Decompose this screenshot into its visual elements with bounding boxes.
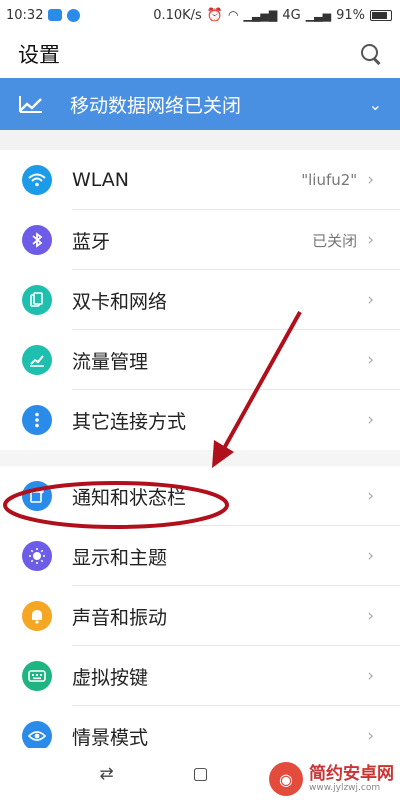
- settings-item-wlan[interactable]: WLAN "liufu2" ›: [0, 150, 400, 210]
- settings-item-data-usage[interactable]: 流量管理 ›: [0, 330, 400, 390]
- settings-item-bluetooth[interactable]: 蓝牙 已关闭 ›: [0, 210, 400, 270]
- chevron-down-icon[interactable]: ⌄: [369, 95, 382, 114]
- signal-icon: ▁▃▅▇: [243, 8, 278, 22]
- chart-icon: [22, 345, 52, 375]
- chevron-right-icon: ›: [367, 410, 374, 430]
- settings-item-label: 双卡和网络: [72, 290, 168, 313]
- settings-item-label: 通知和状态栏: [72, 486, 187, 509]
- chevron-right-icon: ›: [367, 486, 374, 506]
- settings-group-connectivity: WLAN "liufu2" › 蓝牙 已关闭 › 双卡和网络 › 流量管理 › …: [0, 150, 400, 450]
- swap-icon[interactable]: ⇄: [99, 764, 113, 784]
- settings-item-label: WLAN: [72, 169, 130, 191]
- section-divider: [0, 450, 400, 466]
- section-divider: [0, 130, 400, 150]
- message-notification-icon: [67, 8, 81, 22]
- search-icon[interactable]: [360, 43, 382, 65]
- trend-chart-icon: [19, 96, 42, 113]
- banner-label: 移动数据网络已关闭: [70, 94, 242, 117]
- notification-icon: [22, 481, 52, 511]
- page-title: 设置: [18, 43, 60, 67]
- bluetooth-icon: [22, 225, 52, 255]
- battery-icon: [370, 9, 392, 21]
- network-speed: 0.10K/s: [153, 7, 202, 23]
- app-bar: 设置: [0, 30, 400, 78]
- sim-icon: [22, 285, 52, 315]
- settings-item-value: 已关闭: [312, 231, 358, 250]
- chevron-right-icon: ›: [367, 666, 374, 686]
- status-left: 10:32: [6, 7, 81, 23]
- settings-item-label: 蓝牙: [72, 230, 111, 253]
- more-icon: [22, 405, 52, 435]
- chevron-right-icon: ›: [367, 170, 374, 190]
- settings-item-label: 流量管理: [72, 350, 149, 373]
- settings-item-notifications[interactable]: 通知和状态栏 ›: [0, 466, 400, 526]
- network-type: 4G: [282, 7, 301, 23]
- settings-item-label: 显示和主题: [72, 546, 168, 569]
- status-time: 10:32: [6, 7, 44, 23]
- mobile-data-banner[interactable]: 移动数据网络已关闭 ⌄: [0, 78, 400, 130]
- wifi-status-icon: ◠: [228, 8, 239, 22]
- settings-item-value: "liufu2": [301, 171, 358, 189]
- eye-icon: [22, 721, 52, 751]
- settings-item-dual-sim[interactable]: 双卡和网络 ›: [0, 270, 400, 330]
- chevron-right-icon: ›: [367, 606, 374, 626]
- chevron-right-icon: ›: [367, 546, 374, 566]
- settings-item-label: 情景模式: [72, 726, 149, 749]
- wifi-icon: [22, 165, 52, 195]
- settings-item-virtual-keys[interactable]: 虚拟按键 ›: [0, 646, 400, 706]
- settings-item-label: 声音和振动: [72, 606, 168, 629]
- settings-item-sound[interactable]: 声音和振动 ›: [0, 586, 400, 646]
- chevron-right-icon: ›: [367, 290, 374, 310]
- home-square-icon[interactable]: ▢: [193, 764, 209, 784]
- alarm-icon: ⏰: [206, 7, 224, 23]
- robot-logo-icon: ◉: [269, 762, 303, 796]
- bell-icon: [22, 601, 52, 631]
- settings-item-display[interactable]: 显示和主题 ›: [0, 526, 400, 586]
- settings-group-display: 通知和状态栏 › 显示和主题 › 声音和振动 › 虚拟按键 › 情景模式 ›: [0, 466, 400, 766]
- chevron-right-icon: ›: [367, 230, 374, 250]
- status-right: 0.10K/s ⏰ ◠ ▁▃▅▇ 4G ▁▃▅ 91%: [153, 8, 392, 23]
- settings-item-label: 其它连接方式: [72, 410, 187, 433]
- watermark: ◉ 简约安卓网 www.jylzwj.com: [269, 762, 394, 796]
- keyboard-icon: [22, 661, 52, 691]
- settings-item-other-connections[interactable]: 其它连接方式 ›: [0, 390, 400, 450]
- battery-percent: 91%: [336, 7, 365, 23]
- brightness-icon: [22, 541, 52, 571]
- chevron-right-icon: ›: [367, 350, 374, 370]
- status-bar: 10:32 0.10K/s ⏰ ◠ ▁▃▅▇ 4G ▁▃▅ 91%: [0, 0, 400, 30]
- watermark-name: 简约安卓网: [309, 763, 394, 784]
- watermark-text: 简约安卓网 www.jylzwj.com: [309, 763, 394, 793]
- sms-notification-icon: [48, 9, 63, 21]
- watermark-url: www.jylzwj.com: [309, 782, 381, 793]
- settings-item-label: 虚拟按键: [72, 666, 149, 689]
- chevron-right-icon: ›: [367, 726, 374, 746]
- signal-icon-2: ▁▃▅: [305, 8, 332, 22]
